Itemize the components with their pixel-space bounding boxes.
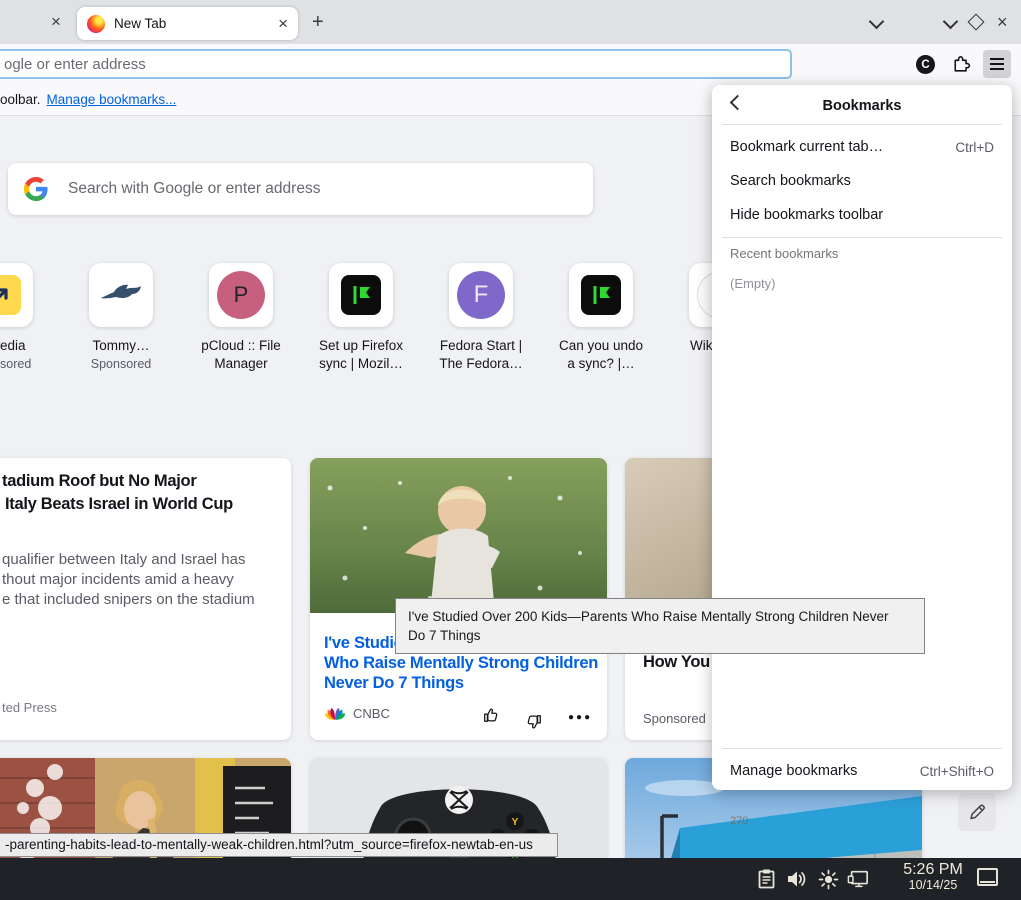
shortcut-sublabel: sored <box>0 357 32 371</box>
cnbc-peacock-icon <box>324 706 346 721</box>
headline-tooltip: I've Studied Over 200 Kids—Parents Who R… <box>395 598 925 654</box>
shortcut-pcloud[interactable]: P pCloud :: File Manager <box>181 263 301 373</box>
tab-strip: × New Tab × + × <box>0 0 1021 44</box>
minimize-icon[interactable] <box>942 13 959 30</box>
tab-new-tab[interactable]: New Tab × <box>77 7 298 40</box>
svg-text:Y: Y <box>512 817 519 828</box>
mozilla-support-icon <box>341 275 381 315</box>
shortcut-label: Fedora Start | The Fedora… <box>439 338 523 371</box>
shortcut-tommy[interactable]: Tommy… Sponsored <box>61 263 181 371</box>
firefox-window: × New Tab × + × C oolbar. Manage bookmar… <box>0 0 1021 900</box>
shortcut-expedia[interactable]: edia sored <box>0 263 61 371</box>
personalize-newtab-button[interactable] <box>958 793 996 831</box>
shortcut-firefox-sync[interactable]: Set up Firefox sync | Mozil… <box>301 263 421 373</box>
taskbar: 5:26 PM 10/14/25 <box>0 858 1021 900</box>
bookmarks-panel: Bookmarks Bookmark current tab… Ctrl+D S… <box>712 85 1012 790</box>
display-settings-icon[interactable] <box>847 867 869 891</box>
sponsored-label: Sponsored <box>643 711 706 726</box>
story-excerpt: qualifier between Italy and Israel has t… <box>2 551 255 608</box>
publisher-row: CNBC <box>324 706 390 721</box>
clipboard-icon[interactable] <box>755 867 777 891</box>
divider <box>722 748 1002 749</box>
recent-bookmarks-label: Recent bookmarks <box>730 246 839 261</box>
time-label: 5:26 PM <box>903 861 963 878</box>
shortcut-sublabel: Sponsored <box>90 357 152 371</box>
tab-title: New Tab <box>114 16 167 31</box>
tab-close-icon[interactable]: × <box>278 15 288 32</box>
shortcut-label: Tommy… <box>92 338 150 353</box>
menu-item-hide-bookmarks-toolbar[interactable]: Hide bookmarks toolbar <box>712 198 1012 232</box>
fedora-icon: F <box>457 271 505 319</box>
marlin-fish-icon <box>100 280 142 311</box>
thumbs-up-icon[interactable] <box>482 706 500 729</box>
menu-item-bookmark-current-tab[interactable]: Bookmark current tab… Ctrl+D <box>712 130 1012 164</box>
story-headline[interactable]: tadium Roof but No Major Italy Beats Isr… <box>2 470 233 516</box>
toddler-field-photo <box>310 458 607 613</box>
story-publisher: ted Press <box>2 700 57 715</box>
shortcut-label: Can you undo a sync? |… <box>558 338 644 371</box>
empty-label: (Empty) <box>730 276 776 291</box>
window-close-icon[interactable]: × <box>997 13 1008 31</box>
new-tab-button[interactable]: + <box>312 12 324 32</box>
shortcut-hint: Ctrl+D <box>955 139 994 155</box>
search-input[interactable] <box>66 179 577 199</box>
link-status-tooltip: -parenting-habits-lead-to-mentally-weak-… <box>0 833 558 857</box>
taskbar-clock[interactable]: 5:26 PM 10/14/25 <box>898 861 968 892</box>
date-label: 10/14/25 <box>908 877 958 892</box>
svg-text:270: 270 <box>730 815 748 827</box>
pencil-icon <box>967 802 987 822</box>
previous-tab-close-icon[interactable]: × <box>51 13 61 30</box>
brightness-icon[interactable] <box>817 867 839 891</box>
shortcut-hint: Ctrl+Shift+O <box>919 763 994 779</box>
navigation-toolbar: C <box>0 44 1021 84</box>
expedia-arrow-icon <box>0 275 21 315</box>
divider <box>722 124 1002 125</box>
firefox-icon <box>87 14 105 33</box>
shortcut-undo-sync[interactable]: Can you undo a sync? |… <box>541 263 661 373</box>
manage-bookmarks-link[interactable]: Manage bookmarks... <box>47 92 177 107</box>
hamburger-menu-button[interactable] <box>983 50 1011 78</box>
shortcut-label: edia <box>0 338 26 353</box>
pcloud-icon: P <box>217 271 265 319</box>
bookmarks-toolbar-message: oolbar. <box>0 92 41 107</box>
thumbs-down-icon[interactable] <box>525 708 543 731</box>
story-card-italy[interactable]: tadium Roof but No Major Italy Beats Isr… <box>0 458 291 740</box>
menu-item-search-bookmarks[interactable]: Search bookmarks <box>712 164 1012 198</box>
more-options-icon[interactable]: ●●● <box>568 712 592 723</box>
menu-item-manage-bookmarks[interactable]: Manage bookmarks Ctrl+Shift+O <box>712 754 1012 788</box>
show-desktop-button[interactable] <box>977 868 998 886</box>
mozilla-support-icon <box>581 275 621 315</box>
panel-title: Bookmarks <box>822 98 902 114</box>
url-input[interactable] <box>0 55 790 73</box>
shortcut-label: Set up Firefox sync | Mozil… <box>318 338 404 371</box>
url-bar[interactable] <box>0 49 792 79</box>
shortcut-label: pCloud :: File Manager <box>201 338 281 371</box>
story-publisher: CNBC <box>353 706 390 721</box>
newtab-search-box[interactable] <box>8 163 593 215</box>
divider <box>722 237 1002 238</box>
extension-c-icon[interactable]: C <box>916 55 935 74</box>
tab-list-chevron-icon[interactable] <box>868 13 885 30</box>
volume-icon[interactable] <box>786 867 808 891</box>
google-logo-icon <box>24 177 48 201</box>
extensions-puzzle-icon[interactable] <box>950 54 971 80</box>
shortcut-fedora[interactable]: F Fedora Start | The Fedora… <box>421 263 541 373</box>
maximize-icon[interactable] <box>967 13 985 31</box>
